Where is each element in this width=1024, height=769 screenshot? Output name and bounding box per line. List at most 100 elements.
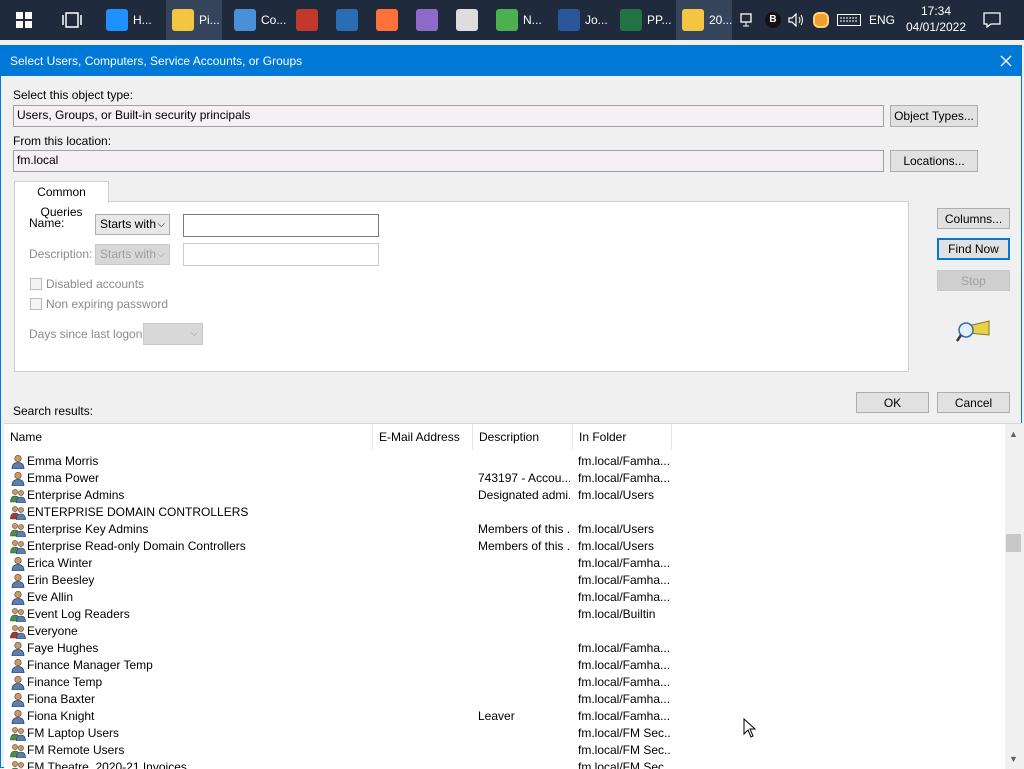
result-row[interactable]: Fiona Knight Leaver fm.local/Famha...	[4, 708, 1004, 725]
chevron-down-icon: ⌵	[190, 328, 198, 339]
cell-folder: fm.local/Users	[578, 522, 655, 536]
group-icon	[10, 727, 26, 741]
user-icon	[11, 692, 25, 707]
result-row[interactable]: Eve Allin fm.local/Famha...	[4, 589, 1004, 606]
result-row[interactable]: Erin Beesley fm.local/Famha...	[4, 572, 1004, 589]
cell-folder: fm.local/Users	[578, 488, 655, 502]
task-view-button[interactable]	[52, 0, 92, 40]
name-input[interactable]	[183, 214, 379, 237]
keyboard-icon[interactable]	[835, 0, 863, 40]
column-header-description[interactable]: Description	[473, 424, 573, 450]
result-row[interactable]: FM Remote Users fm.local/FM Sec...	[4, 742, 1004, 759]
description-filter-value: Starts with	[100, 247, 157, 261]
search-flashlight-icon	[956, 320, 990, 342]
result-row[interactable]: Faye Hughes fm.local/Famha...	[4, 640, 1004, 657]
result-row[interactable]: Enterprise Key Admins Members of this ...…	[4, 521, 1004, 538]
cancel-button[interactable]: Cancel	[937, 392, 1010, 413]
notifications-button[interactable]	[978, 0, 1006, 40]
name-filter-select[interactable]: Starts with ⌵	[95, 214, 170, 235]
description-label: Description:	[29, 247, 93, 261]
app-icon	[375, 9, 398, 31]
taskbar-app-label: 20...	[709, 13, 733, 27]
taskbar-app-10[interactable]: PP...	[614, 0, 671, 40]
result-row[interactable]: ENTERPRISE DOMAIN CONTROLLERS	[4, 504, 1004, 521]
taskbar-app-5[interactable]	[372, 0, 406, 40]
group-icon	[10, 489, 26, 503]
columns-button[interactable]: Columns...	[937, 208, 1010, 229]
cell-folder: fm.local/Famha...	[578, 692, 670, 706]
cell-name: Enterprise Admins	[27, 488, 125, 502]
scroll-thumb[interactable]	[1006, 534, 1021, 552]
non-expiring-label: Non expiring password	[46, 297, 169, 311]
taskbar-app-2[interactable]: Co...	[228, 0, 286, 40]
result-row[interactable]: Emma Morris fm.local/Famha...	[4, 453, 1004, 470]
object-types-button[interactable]: Object Types...	[890, 105, 978, 127]
taskbar-app-7[interactable]	[452, 0, 486, 40]
cell-name: Eve Allin	[27, 590, 74, 604]
tab-common-queries[interactable]: Common Queries	[14, 181, 109, 219]
chevron-down-icon: ⌵	[157, 219, 165, 230]
clock-date: 04/01/2022	[905, 20, 967, 34]
cell-name: Erin Beesley	[27, 573, 95, 587]
start-button[interactable]	[0, 0, 48, 40]
taskbar-app-3[interactable]	[292, 0, 326, 40]
cell-description: Designated admi...	[478, 488, 570, 502]
result-row[interactable]: Erica Winter fm.local/Famha...	[4, 555, 1004, 572]
network-icon[interactable]	[737, 0, 759, 40]
clock[interactable]: 17:34 04/01/2022	[898, 3, 974, 35]
taskbar-app-0[interactable]: H...	[100, 0, 158, 40]
result-row[interactable]: Everyone	[4, 623, 1004, 640]
volume-icon[interactable]	[786, 0, 808, 40]
close-button[interactable]	[991, 46, 1021, 76]
taskbar-app-11[interactable]: 20...	[676, 0, 732, 40]
taskbar-app-label: N...	[523, 13, 542, 27]
taskbar-app-8[interactable]: N...	[490, 0, 546, 40]
taskbar-app-6[interactable]	[412, 0, 446, 40]
cell-folder: fm.local/Famha...	[578, 641, 670, 655]
dialog-titlebar[interactable]: Select Users, Computers, Service Account…	[1, 46, 1021, 76]
cell-folder: fm.local/Famha...	[578, 675, 670, 689]
object-type-field[interactable]: Users, Groups, or Built-in security prin…	[13, 105, 884, 127]
result-row[interactable]: Finance Manager Temp fm.local/Famha...	[4, 657, 1004, 674]
column-header-email[interactable]: E-Mail Address	[373, 424, 473, 450]
taskbar-app-4[interactable]	[332, 0, 366, 40]
result-row[interactable]: Event Log Readers fm.local/Builtin	[4, 606, 1004, 623]
location-field[interactable]: fm.local	[13, 150, 884, 172]
result-row[interactable]: FM Laptop Users fm.local/FM Sec...	[4, 725, 1004, 742]
cell-description: Members of this ...	[478, 539, 570, 553]
user-icon	[11, 471, 25, 486]
find-now-button[interactable]: Find Now	[937, 238, 1010, 260]
result-row[interactable]: Fiona Baxter fm.local/Famha...	[4, 691, 1004, 708]
cell-folder: fm.local/Users	[578, 539, 655, 553]
taskbar-app-9[interactable]: Jo...	[552, 0, 608, 40]
days-since-logon-select: ⌵	[143, 323, 203, 345]
days-since-logon-label: Days since last logon:	[29, 327, 146, 341]
ok-button[interactable]: OK	[856, 392, 929, 413]
column-header-name[interactable]: Name	[4, 424, 373, 450]
scroll-up-icon[interactable]: ▲	[1009, 429, 1018, 439]
taskbar-app-1[interactable]: Pi...	[166, 0, 222, 40]
dialog-title: Select Users, Computers, Service Account…	[10, 54, 303, 68]
gear-tray-icon[interactable]	[810, 0, 832, 40]
result-row[interactable]: Finance Temp fm.local/Famha...	[4, 674, 1004, 691]
cell-name: Event Log Readers	[27, 607, 130, 621]
user-icon	[11, 709, 25, 724]
scroll-down-icon[interactable]: ▼	[1009, 754, 1018, 764]
b-app-icon[interactable]: B	[763, 0, 783, 40]
result-row[interactable]: Enterprise Admins Designated admi... fm.lo…	[4, 487, 1004, 504]
cell-folder: fm.local/FM Sec...	[578, 726, 670, 740]
name-filter-value: Starts with	[100, 217, 157, 231]
locations-button[interactable]: Locations...	[890, 150, 978, 172]
results-scrollbar[interactable]: ▲ ▼	[1005, 424, 1022, 769]
cell-folder: fm.local/Famha...	[578, 556, 670, 570]
task-view-icon	[62, 12, 82, 28]
search-results-list[interactable]: Name E-Mail Address Description In Folde…	[4, 423, 1022, 769]
language-indicator[interactable]: ENG	[866, 0, 898, 40]
group-icon	[10, 523, 26, 537]
taskbar-app-label: H...	[133, 13, 152, 27]
result-row[interactable]: Enterprise Read-only Domain Controllers M…	[4, 538, 1004, 555]
column-header-folder[interactable]: In Folder	[573, 424, 672, 450]
user-icon	[11, 573, 25, 588]
cell-name: Everyone	[27, 624, 78, 638]
result-row[interactable]: Emma Power 743197 - Accou... fm.local/Famh…	[4, 470, 1004, 487]
